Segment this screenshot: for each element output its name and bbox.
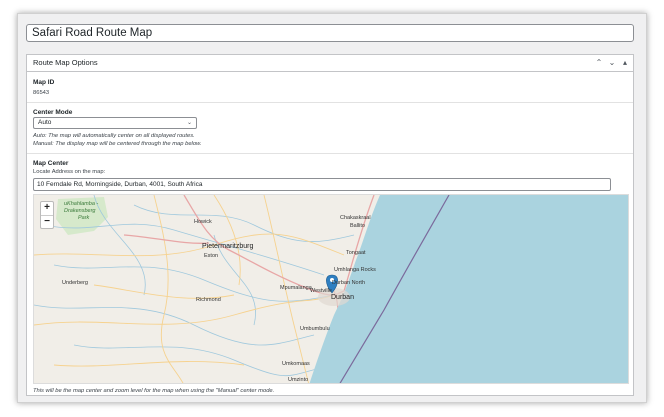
toggle-panel-icon[interactable]: ▴ [621, 55, 629, 71]
map-label-eston: Eston [204, 253, 219, 259]
map-label-mpumalanga: Mpumalanga [280, 285, 312, 291]
map-label-umhlanga: Umhlanga Rocks [334, 267, 376, 273]
chevron-down-icon: ⌄ [186, 120, 192, 126]
map-label-umbumbulu: Umbumbulu [300, 326, 330, 332]
map-footer-note: This will be the map center and zoom lev… [33, 388, 275, 394]
map-label-tongaat: Tongaat [346, 250, 366, 256]
move-up-icon[interactable]: ⌃ [595, 55, 603, 71]
map-label-park2: Drakensberg [64, 208, 96, 214]
route-map-options-panel: Route Map Options ⌃ ⌄ ▴ Map ID 86543 Cen… [26, 54, 634, 396]
map-label-howick: Howick [194, 219, 212, 225]
map-canvas[interactable]: + − uKhahlamba - Drakensberg Park Pieter… [33, 194, 629, 384]
map-label-richmond: Richmond [196, 297, 221, 303]
map-center-label: Map Center [33, 160, 69, 167]
map-label-durban: Durban [331, 294, 354, 301]
center-mode-help-manual: Manual: The display map will be centered… [33, 141, 202, 147]
map-label-ballito: Ballito [350, 223, 365, 229]
panel-header: Route Map Options ⌃ ⌄ ▴ [27, 55, 633, 72]
map-label-durban-north: Durban North [332, 280, 366, 286]
post-title-input[interactable]: Safari Road Route Map [26, 24, 634, 42]
center-mode-help-auto: Auto: The map will automatically center … [33, 133, 195, 139]
map-label-park3: Park [78, 215, 90, 221]
zoom-out-button[interactable]: − [41, 215, 53, 228]
center-mode-selected: Auto [38, 119, 52, 126]
locate-address-label: Locate Address on the map: [33, 169, 106, 175]
address-input[interactable]: 10 Ferndale Rd, Morningside, Durban, 400… [33, 178, 611, 191]
center-mode-section: Center Mode Auto ⌄ Auto: The map will au… [27, 103, 633, 154]
map-label-umkomaas: Umkomaas [282, 361, 310, 367]
move-down-icon[interactable]: ⌄ [608, 55, 616, 71]
map-label-park1: uKhahlamba - [64, 201, 99, 207]
map-id-label: Map ID [33, 79, 55, 86]
map-label-chakaskraal: Chakaskraal [340, 215, 371, 221]
map-label-underberg: Underberg [62, 280, 88, 286]
panel-controls: ⌃ ⌄ ▴ [595, 55, 629, 71]
map-label-umzinto: Umzinto [288, 377, 309, 383]
map-id-value: 86543 [33, 90, 50, 96]
map-label-westville: Westville [310, 288, 332, 294]
zoom-control: + − [40, 201, 54, 229]
map-id-section: Map ID 86543 [27, 73, 633, 103]
center-mode-label: Center Mode [33, 109, 73, 116]
map-label-pietermaritzburg: Pietermaritzburg [202, 243, 254, 250]
panel-title: Route Map Options [33, 58, 98, 67]
editor-frame: Safari Road Route Map Route Map Options … [17, 13, 647, 403]
zoom-in-button[interactable]: + [41, 202, 53, 215]
center-mode-select[interactable]: Auto ⌄ [33, 117, 197, 129]
